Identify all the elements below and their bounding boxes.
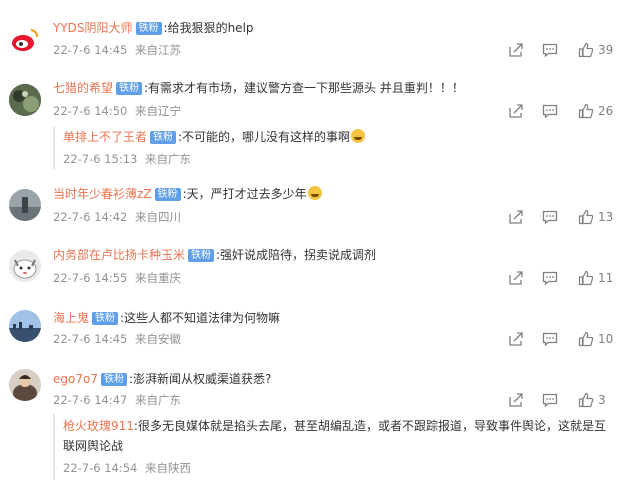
comment-text: :澎湃新闻从权威渠道获悉? — [128, 372, 272, 386]
comment-location: 来自广东 — [135, 393, 182, 407]
comment-icon — [542, 271, 558, 286]
comment-button[interactable] — [542, 42, 558, 58]
comment-username[interactable]: ego7o7 — [53, 372, 98, 386]
comment-username[interactable]: YYDS阴阳大师 — [53, 21, 133, 35]
like-button[interactable]: 11 — [578, 270, 613, 286]
like-icon — [578, 270, 594, 286]
like-count: 13 — [598, 210, 614, 224]
avatar[interactable] — [9, 189, 41, 221]
sweat-smile-emoji-icon — [351, 129, 366, 143]
comment-text: :给我狠狠的help — [163, 21, 254, 35]
like-button[interactable]: 39 — [578, 42, 613, 58]
avatar[interactable] — [9, 369, 41, 401]
comment-button[interactable] — [542, 331, 558, 347]
weibo-logo-icon — [9, 24, 41, 56]
share-icon — [509, 332, 523, 346]
like-icon — [578, 331, 594, 347]
comment-location: 来自江苏 — [135, 43, 182, 57]
reply-text: :不可能的，哪儿没有这样的事啊 — [178, 130, 351, 144]
fan-badge[interactable]: 铁粉 — [135, 22, 162, 35]
reply-date: 22-7-6 14:54 — [63, 461, 138, 475]
share-icon — [509, 271, 523, 285]
comment-location: 来自重庆 — [135, 271, 182, 285]
avatar[interactable] — [9, 84, 41, 116]
like-button[interactable]: 13 — [578, 209, 613, 225]
comment-username[interactable]: 海上鬼 — [53, 311, 89, 325]
share-icon — [509, 43, 523, 57]
share-button[interactable] — [508, 42, 524, 58]
comment-date: 22-7-6 14:47 — [53, 393, 128, 407]
avatar-image — [9, 84, 41, 116]
share-button[interactable] — [508, 103, 524, 119]
comment-button[interactable] — [542, 270, 558, 286]
like-count: 10 — [598, 332, 614, 346]
comment-text: :强奸说成陪待，拐卖说成调剂 — [216, 248, 377, 262]
like-button[interactable]: 26 — [578, 103, 613, 119]
like-icon — [578, 392, 594, 408]
like-icon — [578, 103, 594, 119]
reply-username[interactable]: 枪火玫瑰911 — [63, 419, 134, 433]
fan-badge[interactable]: 铁粉 — [92, 312, 119, 325]
avatar-image — [9, 310, 41, 342]
avatar-image — [9, 369, 41, 401]
comment-location: 来自安徽 — [135, 332, 182, 346]
share-icon — [509, 210, 523, 224]
comment-icon — [542, 210, 558, 225]
avatar[interactable] — [9, 24, 41, 56]
like-button[interactable]: 3 — [578, 392, 606, 408]
reply-text: :很多无良媒体就是掐头去尾，甚至胡编乱造，或者不跟踪报道，导致事件舆论，这就是互 — [133, 419, 606, 433]
comment-username[interactable]: 当时年少春衫薄zZ — [53, 187, 152, 201]
reply-date: 22-7-6 15:13 — [63, 152, 138, 166]
comment-location: 来自辽宁 — [135, 104, 182, 118]
fan-badge[interactable]: 铁粉 — [154, 188, 181, 201]
comment-date: 22-7-6 14:45 — [53, 332, 128, 346]
comment-date: 22-7-6 14:50 — [53, 104, 128, 118]
reply-username[interactable]: 单排上不了王者 — [63, 130, 147, 144]
like-count: 26 — [598, 104, 614, 118]
share-button[interactable] — [508, 270, 524, 286]
comment-button[interactable] — [542, 209, 558, 225]
like-button[interactable]: 10 — [578, 331, 613, 347]
comment-button[interactable] — [542, 103, 558, 119]
comment-icon — [542, 43, 558, 58]
share-button[interactable] — [508, 331, 524, 347]
comment-text: :天，严打才过去多少年 — [182, 187, 307, 201]
like-icon — [578, 209, 594, 225]
comment-username[interactable]: 内务部在卢比扬卡种玉米 — [53, 248, 185, 262]
comment-icon — [542, 332, 558, 347]
comment-location: 来自四川 — [135, 210, 182, 224]
fan-badge[interactable]: 铁粉 — [150, 131, 177, 144]
share-button[interactable] — [508, 209, 524, 225]
like-count: 39 — [598, 43, 614, 57]
like-icon — [578, 42, 594, 58]
avatar-image — [9, 250, 41, 282]
reply-item: 枪火玫瑰911:很多无良媒体就是掐头去尾，甚至胡编乱造，或者不跟踪报道，导致事件… — [53, 414, 621, 480]
crying-emoji-icon — [307, 186, 322, 200]
comment-date: 22-7-6 14:55 — [53, 271, 128, 285]
fan-badge[interactable]: 铁粉 — [100, 373, 127, 386]
like-count: 3 — [598, 393, 606, 407]
avatar-image — [9, 189, 41, 221]
share-icon — [509, 104, 523, 118]
comment-icon — [542, 104, 558, 119]
comment-text: :有需求才有市场，建议警方查一下那些源头 并且重判！！！ — [144, 81, 464, 95]
share-icon — [509, 393, 523, 407]
avatar[interactable] — [9, 310, 41, 342]
comment-text: :这些人都不知道法律为何物嘛 — [120, 311, 281, 325]
share-button[interactable] — [508, 392, 524, 408]
like-count: 11 — [598, 271, 614, 285]
comment-date: 22-7-6 14:42 — [53, 210, 128, 224]
comment-date: 22-7-6 14:45 — [53, 43, 128, 57]
avatar[interactable] — [9, 250, 41, 282]
comment-username[interactable]: 七猎的希望 — [53, 81, 113, 95]
reply-item: 单排上不了王者 铁粉:不可能的，哪儿没有这样的事啊 22-7-6 15:13 来自… — [53, 127, 621, 169]
comment-icon — [542, 393, 558, 408]
reply-text-continued: 联网舆论战 — [63, 439, 124, 453]
comment-button[interactable] — [542, 392, 558, 408]
reply-location: 来自广东 — [145, 152, 192, 166]
reply-location: 来自陕西 — [145, 461, 192, 475]
fan-badge[interactable]: 铁粉 — [188, 249, 215, 262]
fan-badge[interactable]: 铁粉 — [116, 82, 143, 95]
